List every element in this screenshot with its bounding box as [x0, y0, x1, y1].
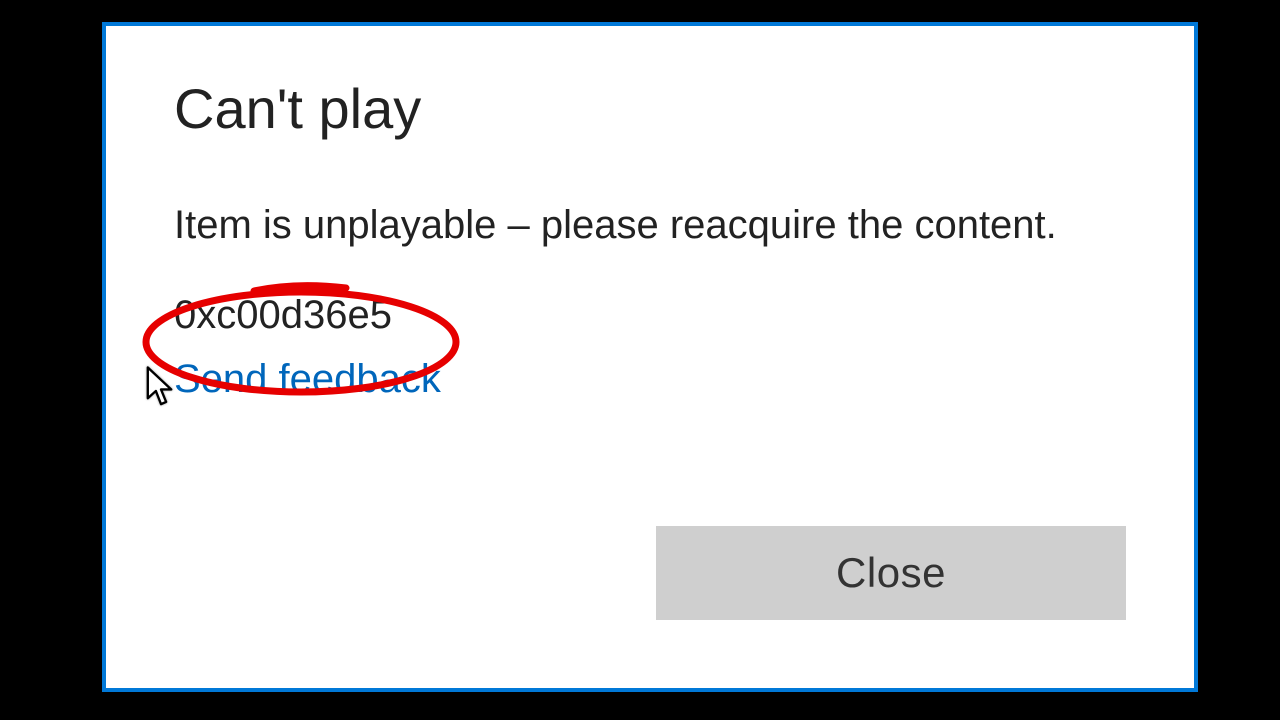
- dialog-title: Can't play: [174, 78, 1154, 140]
- send-feedback-link[interactable]: Send feedback: [174, 354, 441, 404]
- error-code-row: 0xc00d36e5: [174, 290, 1154, 354]
- dialog-content: Can't play Item is unplayable – please r…: [174, 78, 1154, 404]
- error-dialog: Can't play Item is unplayable – please r…: [102, 22, 1198, 692]
- stage: Can't play Item is unplayable – please r…: [0, 0, 1280, 720]
- close-button[interactable]: Close: [656, 526, 1126, 620]
- dialog-message: Item is unplayable – please reacquire th…: [174, 200, 1154, 250]
- error-code: 0xc00d36e5: [174, 290, 392, 340]
- cursor-icon: [146, 366, 176, 410]
